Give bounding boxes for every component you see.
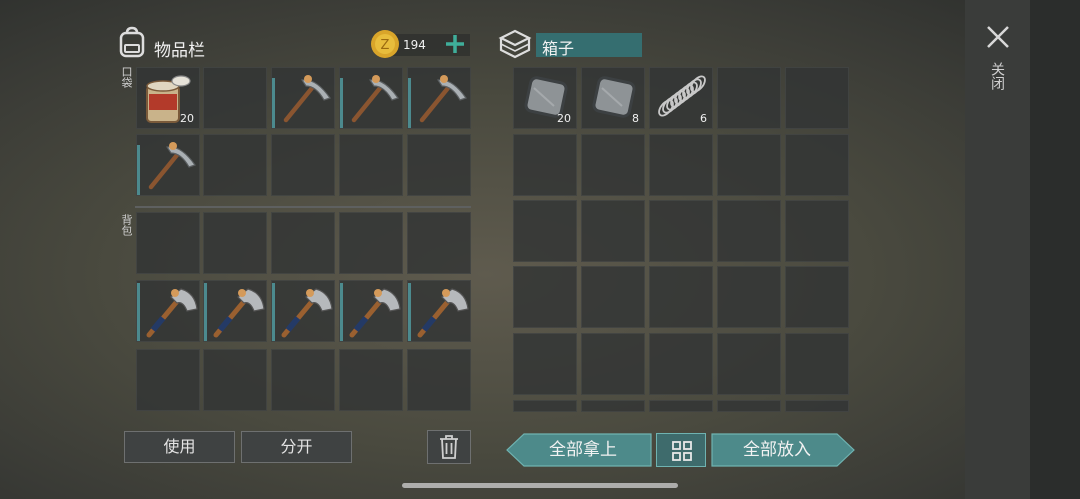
box-name-field[interactable]: 箱子 [536, 33, 642, 58]
box-slot[interactable] [785, 400, 849, 412]
box-slot[interactable] [581, 200, 645, 262]
backpack-slot[interactable] [339, 212, 403, 274]
box-icon [497, 28, 533, 60]
box-slot[interactable] [785, 134, 849, 196]
backpack-slot[interactable] [271, 212, 335, 274]
put-all-button[interactable]: 全部放入 [711, 433, 855, 467]
box-slot[interactable] [513, 266, 577, 328]
box-slot[interactable] [649, 333, 713, 395]
pickaxe-icon [419, 75, 467, 123]
svg-text:Z: Z [381, 38, 390, 53]
box-slot[interactable] [513, 134, 577, 196]
backpack-slot[interactable] [203, 280, 267, 342]
home-indicator[interactable] [402, 483, 678, 488]
item-quantity: 8 [632, 112, 639, 125]
box-slot[interactable]: 20 [513, 67, 577, 129]
coin-icon: Z [370, 29, 400, 59]
axe-icon [349, 288, 401, 338]
box-slot[interactable] [717, 200, 781, 262]
box-slot[interactable] [513, 400, 577, 412]
backpack-slot[interactable] [339, 349, 403, 411]
close-icon[interactable] [985, 24, 1011, 50]
item-quantity: 20 [557, 112, 571, 125]
axe-icon [213, 288, 265, 338]
inventory-title: 物品栏 [154, 41, 205, 61]
pocket-label: 口袋 [120, 66, 133, 88]
box-slot[interactable] [717, 134, 781, 196]
box-slot[interactable] [717, 400, 781, 412]
pocket-slot[interactable] [339, 67, 403, 129]
coin-count: 194 [403, 38, 426, 52]
pocket-slot[interactable] [407, 67, 471, 129]
box-slot[interactable] [581, 266, 645, 328]
pocket-slot[interactable] [271, 134, 335, 196]
pickaxe-icon [283, 75, 331, 123]
pocket-slot[interactable]: 20 [136, 67, 200, 129]
backpack-slot[interactable] [136, 349, 200, 411]
section-divider [135, 206, 471, 208]
box-slot[interactable] [649, 266, 713, 328]
pocket-slot[interactable] [203, 67, 267, 129]
box-slot[interactable] [785, 200, 849, 262]
trash-button[interactable] [427, 430, 471, 464]
close-label[interactable]: 关闭 [987, 62, 1007, 90]
box-slot[interactable]: 6 [649, 67, 713, 129]
item-quantity: 20 [180, 112, 194, 125]
pocket-slot[interactable] [339, 134, 403, 196]
box-slot[interactable]: 8 [581, 67, 645, 129]
trash-icon [440, 435, 458, 459]
box-slot[interactable] [785, 67, 849, 129]
box-slot[interactable] [717, 67, 781, 129]
pocket-slot[interactable] [203, 134, 267, 196]
box-slot[interactable] [649, 134, 713, 196]
side-panel [965, 0, 1080, 499]
box-slot[interactable] [717, 266, 781, 328]
box-slot[interactable] [785, 333, 849, 395]
pocket-slot[interactable] [407, 134, 471, 196]
box-slot[interactable] [649, 200, 713, 262]
put-all-label: 全部放入 [743, 440, 811, 460]
take-all-button[interactable]: 全部拿上 [506, 433, 652, 467]
add-coins-icon[interactable] [444, 33, 466, 55]
backpack-slot[interactable] [407, 212, 471, 274]
axe-icon [146, 288, 198, 338]
backpack-slot[interactable] [339, 280, 403, 342]
box-slot[interactable] [649, 400, 713, 412]
edge-strip [1030, 0, 1080, 499]
item-quantity: 6 [700, 112, 707, 125]
box-slot[interactable] [785, 266, 849, 328]
backpack-slot[interactable] [407, 349, 471, 411]
pickaxe-icon [351, 75, 399, 123]
backpack-slot[interactable] [136, 212, 200, 274]
backpack-slot[interactable] [203, 349, 267, 411]
pickaxe-icon [148, 142, 196, 190]
axe-icon [281, 288, 333, 338]
take-all-label: 全部拿上 [549, 440, 617, 460]
sort-button[interactable] [656, 433, 706, 467]
backpack-slot[interactable] [271, 349, 335, 411]
split-button[interactable]: 分开 [241, 431, 352, 463]
box-slot[interactable] [513, 333, 577, 395]
box-slot[interactable] [513, 200, 577, 262]
use-button[interactable]: 使用 [124, 431, 235, 463]
backpack-icon [117, 26, 147, 58]
box-slot[interactable] [717, 333, 781, 395]
box-slot[interactable] [581, 134, 645, 196]
backpack-slot[interactable] [407, 280, 471, 342]
box-slot[interactable] [581, 400, 645, 412]
backpack-slot[interactable] [271, 280, 335, 342]
box-slot[interactable] [581, 333, 645, 395]
backpack-slot[interactable] [203, 212, 267, 274]
axe-icon [417, 288, 469, 338]
backpack-label: 背包 [120, 214, 133, 236]
pocket-slot[interactable] [136, 134, 200, 196]
box-name: 箱子 [542, 39, 575, 58]
backpack-slot[interactable] [136, 280, 200, 342]
pocket-slot[interactable] [271, 67, 335, 129]
grid-sort-icon [672, 441, 692, 461]
